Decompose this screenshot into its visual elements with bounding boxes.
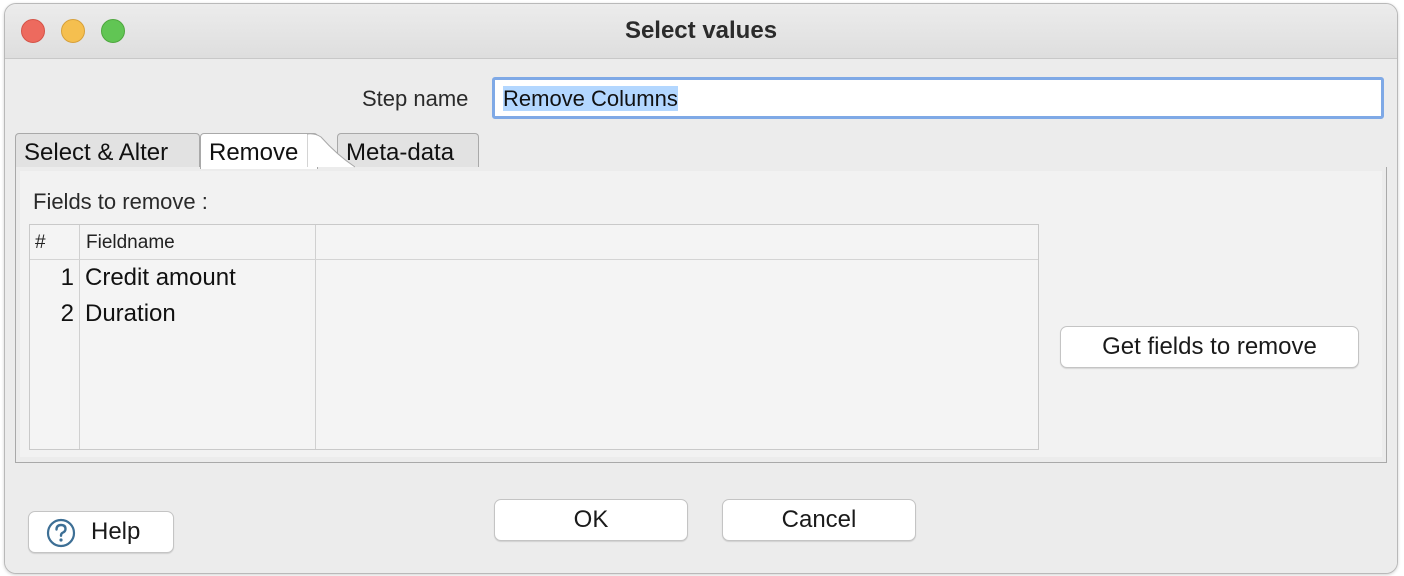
- title-bar: Select values: [5, 4, 1397, 59]
- fieldname-cell[interactable]: Credit amount: [85, 264, 236, 292]
- header-divider: [30, 259, 1038, 260]
- fieldname-cell[interactable]: Duration: [85, 300, 176, 328]
- column-header-fieldname[interactable]: Fieldname: [86, 232, 175, 254]
- get-fields-to-remove-button[interactable]: Get fields to remove: [1060, 326, 1359, 368]
- help-button[interactable]: Help: [28, 511, 174, 553]
- window-title: Select values: [624, 17, 778, 44]
- step-name-value: Remove Columns: [503, 86, 678, 111]
- row-number: 2: [60, 300, 74, 327]
- table-row[interactable]: 1 Credit amount: [30, 264, 315, 300]
- step-name-label: Step name: [362, 86, 469, 111]
- row-number: 1: [60, 264, 74, 291]
- dialog-content: Step name Remove Columns Select & Alter …: [5, 59, 1397, 573]
- dialog-window: Select values Step name Remove Columns S…: [4, 3, 1398, 574]
- table-row[interactable]: 2 Duration: [30, 300, 315, 336]
- tab-curve-decoration: [307, 133, 355, 168]
- cancel-button[interactable]: Cancel: [722, 499, 916, 541]
- fields-to-remove-label: Fields to remove :: [33, 189, 208, 214]
- question-circle-icon: [46, 518, 76, 548]
- tab-select-alter[interactable]: Select & Alter: [15, 133, 200, 167]
- fields-table[interactable]: # Fieldname 1 Credit amount 2 Duration: [29, 224, 1039, 450]
- ok-button[interactable]: OK: [494, 499, 688, 541]
- column-header-number[interactable]: #: [35, 232, 46, 254]
- help-label: Help: [91, 518, 141, 545]
- tab-meta-data[interactable]: Meta-data: [337, 133, 479, 167]
- step-name-input[interactable]: Remove Columns: [492, 77, 1384, 119]
- tab-remove[interactable]: Remove: [200, 133, 318, 169]
